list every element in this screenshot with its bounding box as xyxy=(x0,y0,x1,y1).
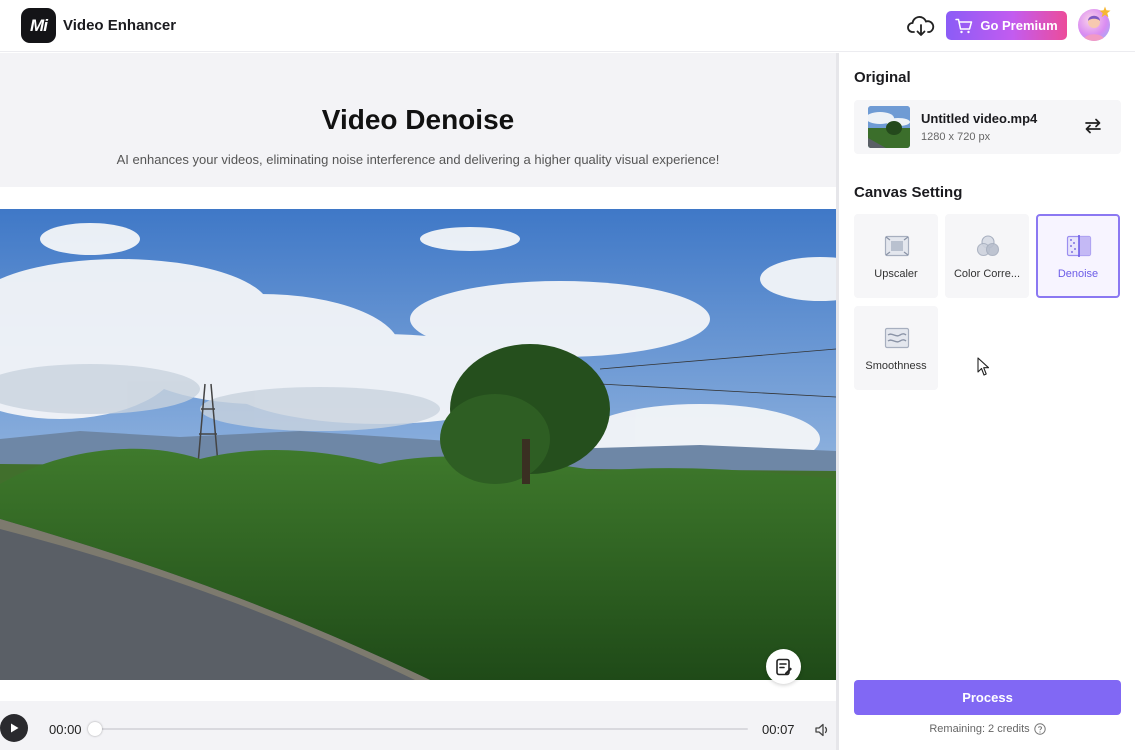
app-title: Video Enhancer xyxy=(63,17,177,34)
smoothness-icon xyxy=(884,327,910,349)
page-title: Video Denoise xyxy=(321,104,515,135)
upscaler-icon xyxy=(884,235,910,257)
top-bar: Mi Video Enhancer Go Premium xyxy=(0,0,1135,52)
tool-label-color-correction: Color Corre... xyxy=(953,268,1021,280)
play-icon xyxy=(11,723,19,733)
cloud-download-icon[interactable] xyxy=(907,13,935,39)
page-subtitle: AI enhances your videos, eliminating noi… xyxy=(116,152,720,167)
file-name: Untitled video.mp4 xyxy=(921,111,1038,126)
denoise-icon xyxy=(1066,235,1092,257)
settings-panel: Original Untitled video.mp4 1280 x 720 p… xyxy=(839,53,1135,750)
canvas-setting-heading: Canvas Setting xyxy=(854,184,963,201)
progress-track[interactable] xyxy=(95,728,748,730)
color-correction-icon xyxy=(976,235,1000,257)
remaining-credits: Remaining: 2 credits xyxy=(854,723,1121,735)
tool-label-smoothness: Smoothness xyxy=(865,360,927,372)
hero-section: Video Denoise AI enhances your videos, e… xyxy=(0,53,836,187)
app-logo[interactable]: Mi xyxy=(21,8,56,43)
credits-text: Remaining: 2 credits xyxy=(929,723,1030,735)
mouse-pointer-icon xyxy=(977,357,990,376)
notes-button[interactable] xyxy=(766,649,801,684)
crown-badge-icon xyxy=(1099,6,1111,18)
progress-handle[interactable] xyxy=(88,722,102,736)
file-resolution: 1280 x 720 px xyxy=(921,131,991,143)
tool-upscaler[interactable]: Upscaler xyxy=(854,214,938,298)
tool-color-correction[interactable]: Color Corre... xyxy=(945,214,1029,298)
tool-smoothness[interactable]: Smoothness xyxy=(854,306,938,390)
cart-icon xyxy=(955,18,973,33)
tool-denoise[interactable]: Denoise xyxy=(1036,214,1120,298)
volume-icon[interactable] xyxy=(814,722,830,738)
file-thumbnail xyxy=(868,106,910,148)
tool-label-denoise: Denoise xyxy=(1057,268,1099,280)
video-preview[interactable] xyxy=(0,209,836,680)
original-heading: Original xyxy=(854,69,911,86)
play-button[interactable] xyxy=(0,714,28,742)
note-edit-icon xyxy=(775,658,792,675)
tool-label-upscaler: Upscaler xyxy=(874,268,918,280)
go-premium-button[interactable]: Go Premium xyxy=(946,11,1067,40)
duration: 00:07 xyxy=(762,722,795,737)
landscape-image xyxy=(0,209,836,680)
logo-text: Mi xyxy=(30,15,48,35)
original-file-card: Untitled video.mp4 1280 x 720 px xyxy=(854,100,1121,154)
go-premium-label: Go Premium xyxy=(980,18,1058,33)
current-time: 00:00 xyxy=(49,722,82,737)
main-area: Video Denoise AI enhances your videos, e… xyxy=(0,53,836,750)
help-icon[interactable] xyxy=(1033,723,1046,735)
process-button[interactable]: Process xyxy=(854,680,1121,715)
player-controls: 00:00 00:07 xyxy=(0,701,836,750)
replace-file-icon[interactable] xyxy=(1082,115,1104,137)
